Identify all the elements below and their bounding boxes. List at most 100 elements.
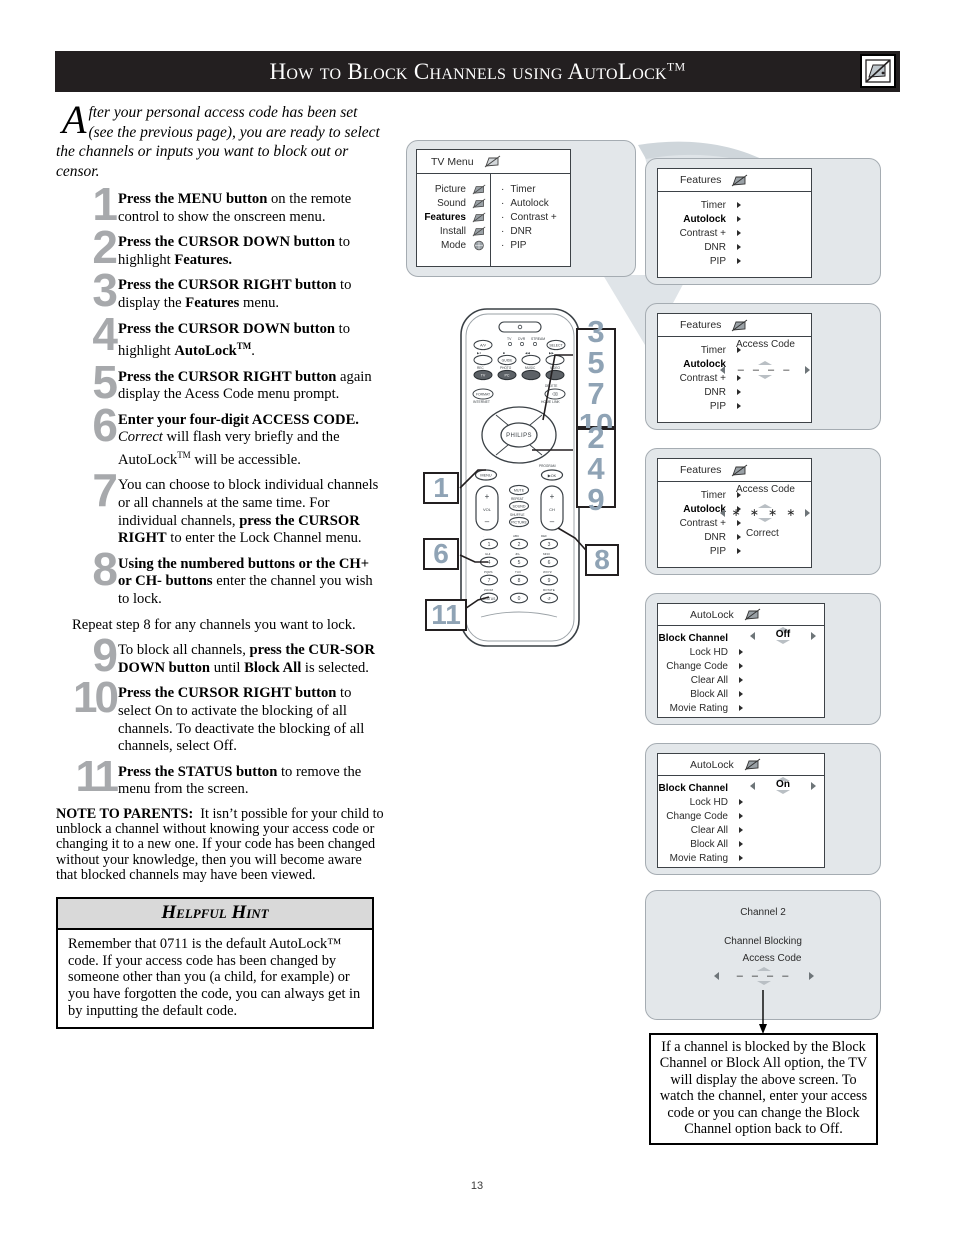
- tv-menu-item-label: Mode: [440, 239, 466, 251]
- osd-item-lock-hd[interactable]: Lock HD: [658, 795, 746, 809]
- chevron-right-icon: [736, 799, 746, 805]
- tv-menu-item-sound[interactable]: Sound: [417, 196, 490, 210]
- blocked-channel-line1: Channel Blocking: [724, 936, 802, 947]
- chevron-right-icon: [736, 841, 746, 847]
- osd-item-movie-rating[interactable]: Movie Rating: [658, 851, 746, 865]
- features-icon: [472, 212, 486, 223]
- osd-item-label: Block Channel: [658, 632, 728, 644]
- osd-item-contrast[interactable]: Contrast +: [658, 226, 744, 240]
- autolock-screen-on: AutoLock Block Channel Lock HD Change Code…: [657, 753, 825, 868]
- callout-number: 11: [431, 599, 461, 630]
- tv-menu-item-picture[interactable]: Picture: [417, 182, 490, 196]
- chevron-right-icon: [736, 855, 746, 861]
- panel-features-menu: Features Timer Autolock Contrast + DNR PIP: [645, 158, 881, 285]
- chevron-right-icon: [736, 663, 746, 669]
- osd-item-label: Clear All: [690, 824, 728, 836]
- tv-menu-item-features[interactable]: Features: [417, 210, 490, 224]
- step-text-9: To block all channels, press the CUR-SOR…: [118, 642, 375, 676]
- panel-autolock-off: AutoLock Block Channel Lock HD Change Code…: [645, 593, 881, 725]
- block-channel-value-off: Off: [775, 629, 791, 640]
- osd-item-label: Lock HD: [689, 646, 728, 658]
- chevron-right-icon: [734, 216, 744, 222]
- osd-item-pip[interactable]: PIP: [658, 544, 744, 558]
- panel-tv-menu: TV Menu Picture Sound Features Install Mode …: [406, 140, 636, 277]
- step-number-8: 8: [92, 542, 118, 595]
- osd-item-dnr[interactable]: DNR: [658, 530, 744, 544]
- osd-item-dnr[interactable]: DNR: [658, 385, 744, 399]
- callout-number: 3: [587, 314, 605, 349]
- osd-item-movie-rating[interactable]: Movie Rating: [658, 701, 746, 715]
- osd-item-change-code[interactable]: Change Code: [658, 659, 746, 673]
- osd-item-lock-hd[interactable]: Lock HD: [658, 645, 746, 659]
- tv-menu-option-contrast[interactable]: · Contrast +: [501, 210, 570, 224]
- autolock-body-off: Block Channel Lock HD Change Code Clear All…: [658, 626, 824, 715]
- osd-item-label: PIP: [709, 545, 726, 557]
- callout-8: 8: [585, 544, 619, 576]
- step-number-4: 4: [92, 307, 118, 360]
- osd-item-change-code[interactable]: Change Code: [658, 809, 746, 823]
- callout-number: 4: [587, 450, 605, 486]
- osd-item-pip[interactable]: PIP: [658, 399, 744, 413]
- features-body-3: Timer Autolock Contrast + DNR PIP Access Cod…: [658, 482, 811, 558]
- chevron-right-icon: [736, 705, 746, 711]
- osd-item-autolock[interactable]: Autolock: [658, 212, 744, 226]
- step-text-2: Press the CURSOR DOWN button to highligh…: [118, 234, 351, 268]
- osd-item-clear-all[interactable]: Clear All: [658, 673, 746, 687]
- osd-item-block-channel[interactable]: Block Channel: [658, 631, 746, 645]
- blocked-tv-icon: [860, 54, 896, 88]
- features-icon: [731, 174, 748, 187]
- osd-item-label: Block Channel: [658, 782, 728, 794]
- block-channel-value-on-group: On: [750, 777, 816, 794]
- instructions-column: After your personal access code has been…: [56, 100, 386, 1030]
- left-arrow-icon: [714, 972, 719, 980]
- osd-item-label: DNR: [704, 531, 726, 543]
- step-text-10: Press the CURSOR RIGHT button to select …: [118, 685, 365, 755]
- access-code-label-3: Access Code: [736, 484, 795, 495]
- page-number: 13: [470, 1180, 484, 1192]
- helpful-hint-body: Remember that 0711 is the default AutoLo…: [68, 936, 361, 1019]
- osd-item-label: Timer: [700, 344, 726, 356]
- tv-menu-option-label: DNR: [510, 225, 533, 237]
- osd-item-clear-all[interactable]: Clear All: [658, 823, 746, 837]
- tv-menu-option-timer[interactable]: · Timer: [501, 182, 570, 196]
- osd-item-pip[interactable]: PIP: [658, 254, 744, 268]
- step-number-2: 2: [92, 221, 118, 274]
- osd-item-timer[interactable]: Timer: [658, 343, 744, 357]
- osd-item-timer[interactable]: Timer: [658, 488, 744, 502]
- osd-item-label: PIP: [709, 400, 726, 412]
- helpful-hint-box: Helpful Hint Remember that 0711 is the d…: [56, 897, 374, 1030]
- osd-item-timer[interactable]: Timer: [658, 198, 744, 212]
- callout-number: 7: [587, 376, 605, 411]
- osd-item-block-channel[interactable]: Block Channel: [658, 781, 746, 795]
- osd-item-label: PIP: [709, 255, 726, 267]
- tv-menu-option-label: Contrast +: [510, 211, 557, 223]
- tv-menu-option-autolock[interactable]: · Autolock: [501, 196, 570, 210]
- tv-menu-option-pip[interactable]: · PIP: [501, 238, 570, 252]
- autolock-title-row-off: AutoLock: [658, 604, 824, 626]
- tv-menu-item-mode[interactable]: Mode: [417, 238, 490, 252]
- callout-number: 5: [587, 345, 605, 380]
- osd-item-block-all[interactable]: Block All: [658, 837, 746, 851]
- osd-item-block-all[interactable]: Block All: [658, 687, 746, 701]
- left-arrow-icon: [750, 631, 755, 640]
- access-code-status-3: Correct: [746, 528, 779, 539]
- panel-features-correct: Features Timer Autolock Contrast + DNR PIP A…: [645, 448, 881, 575]
- tv-menu-item-install[interactable]: Install: [417, 224, 490, 238]
- helpful-hint-header: Helpful Hint: [58, 899, 372, 931]
- right-arrow-icon: [805, 509, 810, 517]
- autolock-screen-off: AutoLock Block Channel Lock HD Change Code…: [657, 603, 825, 718]
- tv-menu-option-label: Autolock: [510, 197, 549, 209]
- block-channel-value-off-group: Off: [750, 627, 816, 644]
- tv-menu-option-dnr[interactable]: · DNR: [501, 224, 570, 238]
- tv-menu-item-label: Features: [424, 211, 466, 223]
- step-text-4: Press the CURSOR DOWN button to highligh…: [118, 320, 351, 360]
- panel-features-access-code: Features Timer Autolock Contrast + DNR PIP A…: [645, 303, 881, 430]
- page-title-text: How to Block Channels using AutoLock: [269, 58, 667, 84]
- chevron-right-icon: [734, 389, 744, 395]
- osd-item-dnr[interactable]: DNR: [658, 240, 744, 254]
- page-title: How to Block Channels using AutoLockTM: [269, 59, 685, 85]
- blocked-channel-line2: Access Code: [742, 953, 802, 964]
- tv-icon: [484, 155, 501, 168]
- osd-item-label: Lock HD: [689, 796, 728, 808]
- features-screen-1: Features Timer Autolock Contrast + DNR PIP: [657, 168, 812, 278]
